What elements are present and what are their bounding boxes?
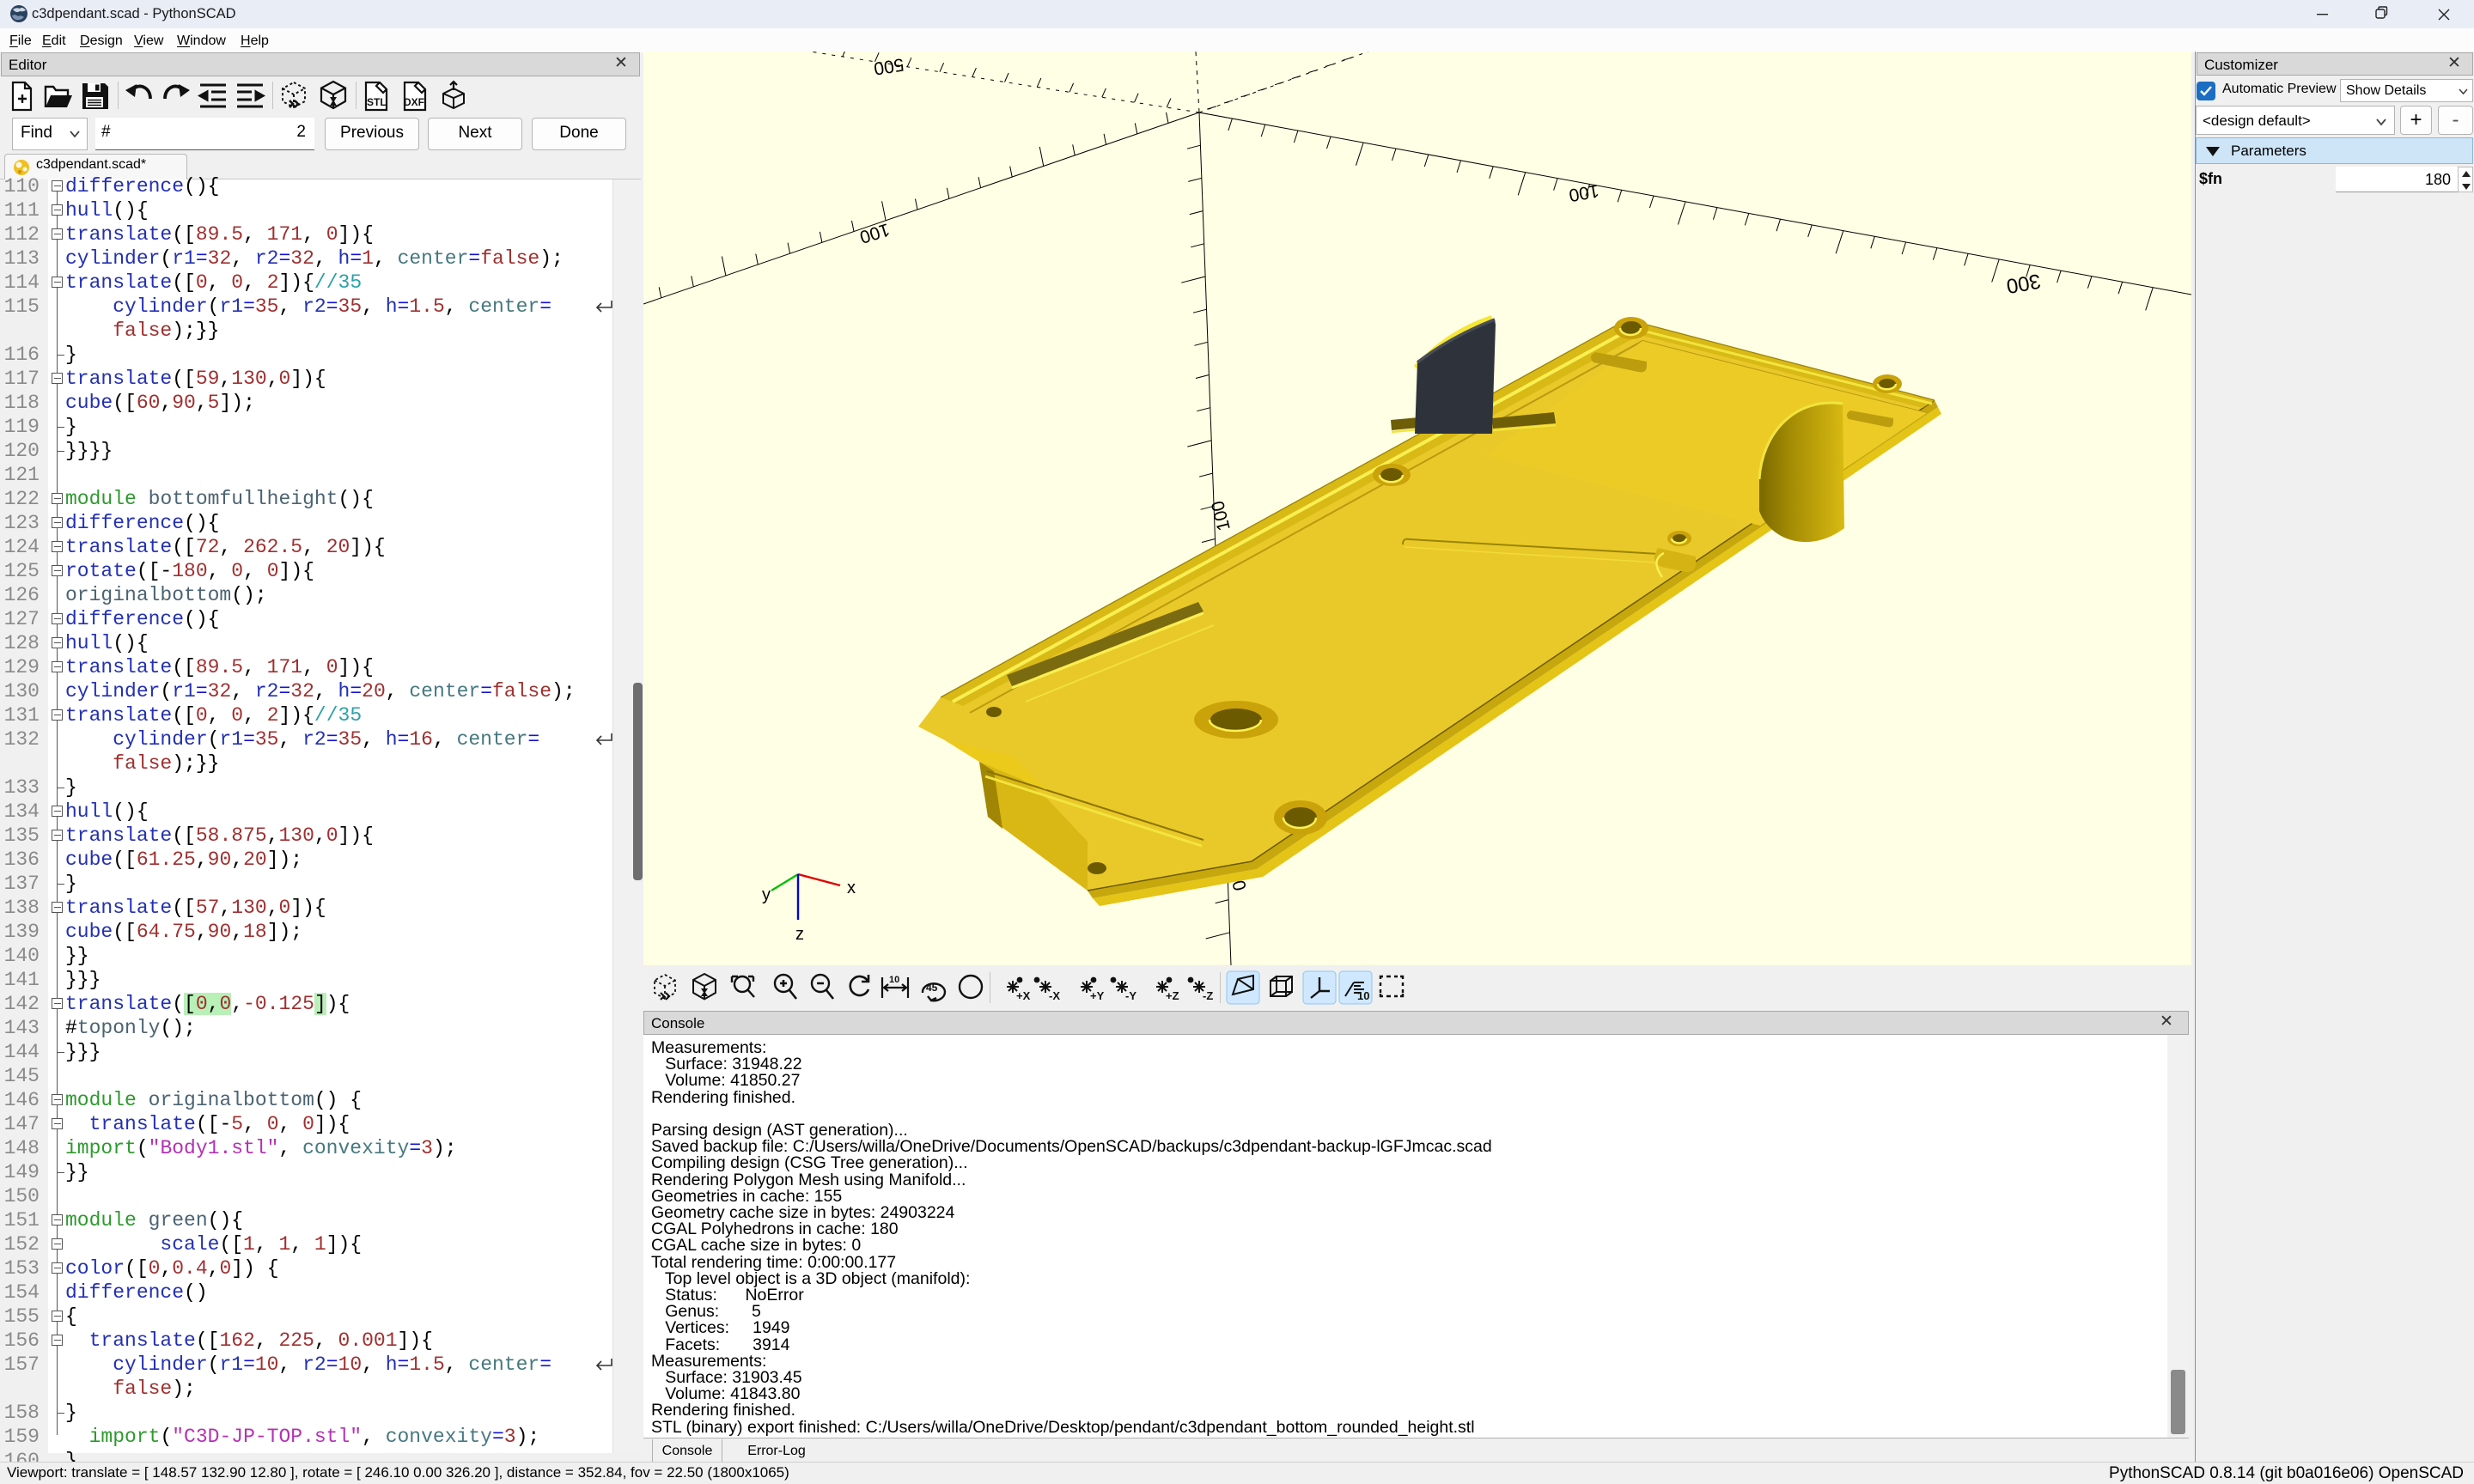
svg-text:z: z	[795, 925, 804, 944]
svg-text:45: 45	[926, 982, 938, 994]
svg-text:100: 100	[1568, 180, 1601, 205]
svg-text:-Y: -Y	[1125, 989, 1136, 1002]
svg-text:10: 10	[1357, 989, 1369, 1002]
svg-text:x: x	[847, 879, 856, 897]
svg-text:-X: -X	[1049, 989, 1060, 1002]
svg-text:+X: +X	[1016, 989, 1031, 1002]
svg-text:100: 100	[857, 219, 892, 246]
svg-text:100: 100	[1208, 499, 1234, 533]
svg-text:500: 500	[873, 54, 905, 78]
svg-text:+Y: +Y	[1090, 989, 1105, 1002]
svg-text:+Z: +Z	[1166, 989, 1179, 1002]
svg-text:-Z: -Z	[1203, 989, 1213, 1002]
svg-text:DXF: DXF	[404, 96, 424, 108]
svg-text:10: 10	[889, 975, 899, 985]
svg-text:300: 300	[2005, 269, 2043, 298]
svg-text:STL: STL	[367, 96, 387, 108]
svg-text:y: y	[762, 885, 771, 904]
